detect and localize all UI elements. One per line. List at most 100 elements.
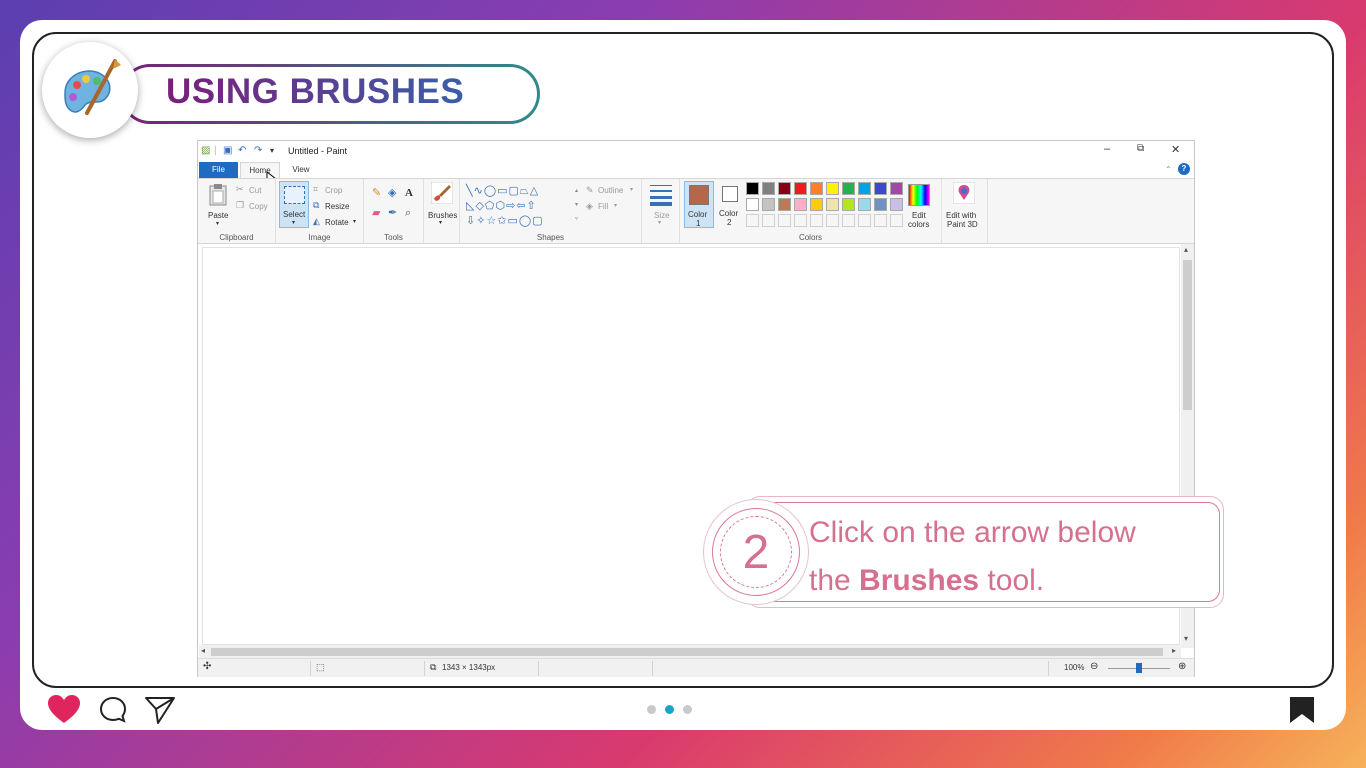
palette-swatch[interactable] [858,182,871,195]
edit-colors-label-1[interactable]: Edit [912,211,926,220]
vertical-scroll-thumb[interactable] [1183,260,1192,410]
color1-button[interactable]: Color 1 [684,181,714,228]
shapes-scroll-up-icon[interactable]: ▴ [575,187,578,194]
cut-button[interactable]: Cut [249,186,261,195]
palette-swatch[interactable] [842,182,855,195]
scroll-left-icon[interactable]: ◂ [201,646,205,655]
palette-empty-slot[interactable] [874,214,887,227]
palette-swatch[interactable] [874,182,887,195]
resize-icon[interactable]: ⧉ [313,200,319,211]
palette-empty-slot[interactable] [762,214,775,227]
palette-swatch[interactable] [778,182,791,195]
rotate-button[interactable]: Rotate [325,218,349,227]
cut-icon[interactable]: ✂ [236,184,244,195]
paste-dropdown-icon[interactable]: ▾ [216,220,219,227]
palette-empty-slot[interactable] [826,214,839,227]
fill-bucket-icon[interactable]: ◈ [388,188,396,199]
size-icon[interactable] [650,185,672,206]
restore-icon[interactable]: ⧉ [1137,143,1144,154]
palette-swatch[interactable] [842,198,855,211]
carousel-dot-1[interactable] [647,705,656,714]
copy-button[interactable]: Copy [249,202,268,211]
select-dropdown-icon[interactable]: ▾ [292,219,295,226]
scroll-down-icon[interactable]: ▾ [1184,634,1188,643]
color-picker-icon[interactable]: ✒ [388,208,397,219]
palette-swatch[interactable] [794,198,807,211]
brushes-button[interactable]: Brushes [428,211,457,220]
edit-colors-icon[interactable] [908,184,930,206]
horizontal-scrollbar[interactable]: ◂ ▸ [199,645,1181,658]
paste-button[interactable]: Paste [208,211,228,220]
palette-empty-slot[interactable] [890,214,903,227]
carousel-dot-2[interactable] [665,705,674,714]
palette-swatch[interactable] [794,182,807,195]
palette-swatch[interactable] [874,198,887,211]
rotate-dropdown-icon[interactable]: ▾ [353,218,356,225]
crop-button[interactable]: Crop [325,186,342,195]
palette-swatch[interactable] [858,198,871,211]
magnifier-icon[interactable]: ⌕ [405,208,411,219]
tab-file[interactable]: File [199,162,238,178]
resize-button[interactable]: Resize [325,202,349,211]
palette-swatch[interactable] [826,198,839,211]
zoom-out-icon[interactable]: ⊖ [1090,661,1098,672]
outline-dropdown-icon[interactable]: ▾ [630,186,633,193]
zoom-slider[interactable] [1108,663,1170,673]
fill-dropdown-icon[interactable]: ▾ [614,202,617,209]
redo-icon[interactable]: ↷ [254,145,262,156]
edit-paint3d-label-2[interactable]: Paint 3D [947,220,978,229]
help-icon[interactable]: ? [1178,163,1190,175]
fill-icon[interactable]: ◈ [586,201,593,212]
palette-swatch[interactable] [890,182,903,195]
palette-empty-slot[interactable] [746,214,759,227]
edit-paint3d-label-1[interactable]: Edit with [946,211,976,220]
palette-empty-slot[interactable] [794,214,807,227]
bookmark-icon[interactable] [1288,695,1316,725]
palette-swatch[interactable] [810,182,823,195]
palette-empty-slot[interactable] [810,214,823,227]
edit-colors-label-2[interactable]: colors [908,220,929,229]
shapes-scroll-down-icon[interactable]: ▾ [575,201,578,208]
size-dropdown-icon[interactable]: ▾ [658,219,661,226]
select-button[interactable]: Select ▾ [279,181,309,228]
palette-swatch[interactable] [746,182,759,195]
palette-empty-slot[interactable] [858,214,871,227]
fill-button[interactable]: Fill [598,202,608,211]
palette-swatch[interactable] [810,198,823,211]
rotate-icon[interactable]: ◭ [313,216,320,227]
outline-button[interactable]: Outline [598,186,623,195]
palette-empty-slot[interactable] [778,214,791,227]
text-tool-icon[interactable]: A [405,188,413,199]
paste-icon[interactable] [208,183,228,207]
collapse-ribbon-icon[interactable]: ⌃ [1165,164,1172,175]
brushes-dropdown-arrow[interactable]: ▾ [439,219,442,226]
crop-icon[interactable]: ⌗ [313,184,318,195]
palette-swatch[interactable] [890,198,903,211]
customize-toolbar-icon[interactable]: ▾ [270,145,274,156]
horizontal-scroll-thumb[interactable] [211,648,1163,656]
shapes-expand-icon[interactable]: ▿ [575,215,578,222]
close-icon[interactable]: ✕ [1171,143,1180,156]
heart-icon[interactable] [47,695,81,725]
palette-swatch[interactable] [826,182,839,195]
comment-icon[interactable] [98,695,128,725]
paint3d-icon[interactable] [953,182,975,204]
outline-icon[interactable]: ✎ [586,185,594,196]
shapes-gallery[interactable]: ╲∿◯▭▢⏢△ ◺◇⬠⬡⇨⇦⇧ ⇩✧☆✩▭◯▢ [466,184,574,228]
zoom-in-icon[interactable]: ⊕ [1178,661,1186,672]
send-icon[interactable] [144,695,176,725]
brushes-icon[interactable] [431,182,453,204]
zoom-slider-thumb[interactable] [1136,663,1142,673]
palette-swatch[interactable] [778,198,791,211]
tab-view[interactable]: View [284,162,318,178]
eraser-icon[interactable]: ▰ [372,208,380,219]
scroll-right-icon[interactable]: ▸ [1172,646,1176,655]
color2-button[interactable]: Color 2 [716,181,744,228]
scroll-up-icon[interactable]: ▴ [1184,245,1188,254]
pencil-icon[interactable]: ✎ [372,188,381,199]
undo-icon[interactable]: ↶ [238,145,246,156]
minimize-icon[interactable]: – [1104,143,1110,155]
copy-icon[interactable]: ❐ [236,200,244,211]
size-button[interactable]: Size [654,211,670,220]
palette-swatch[interactable] [762,182,775,195]
